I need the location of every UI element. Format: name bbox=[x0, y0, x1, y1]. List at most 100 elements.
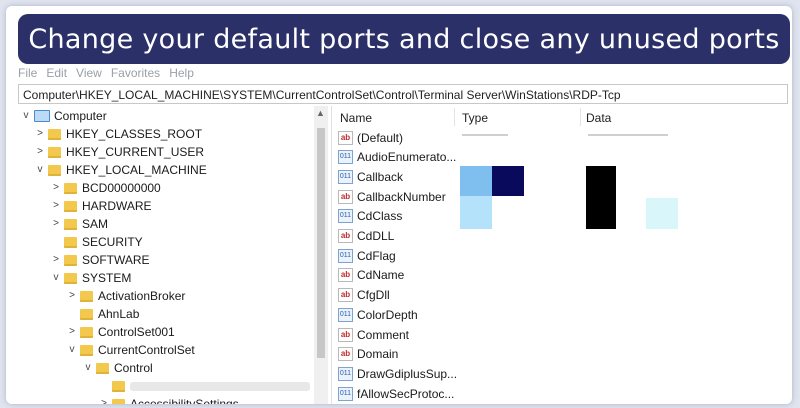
tree-item[interactable]: AhnLab bbox=[66, 305, 139, 323]
menu-item-view[interactable]: View bbox=[76, 66, 102, 82]
tree-item[interactable]: > AccessibilitySettings bbox=[98, 395, 239, 404]
value-row[interactable]: ab CdDLL bbox=[338, 227, 394, 246]
tree-item[interactable]: > SOFTWARE bbox=[50, 251, 150, 269]
column-header-data[interactable]: Data bbox=[586, 111, 611, 125]
chevron-right-icon[interactable]: > bbox=[66, 323, 78, 341]
tree-item-label: HKEY_CURRENT_USER bbox=[66, 145, 205, 159]
tree-item[interactable]: > SAM bbox=[50, 215, 108, 233]
value-row[interactable]: ab CdName bbox=[338, 266, 404, 285]
tree-item[interactable]: v HKEY_LOCAL_MACHINE bbox=[34, 161, 207, 179]
value-row[interactable]: 011 Callback bbox=[338, 167, 403, 186]
tree-item-label: SOFTWARE bbox=[82, 253, 150, 267]
chevron-right-icon[interactable]: > bbox=[50, 179, 62, 197]
menu-item-file[interactable]: File bbox=[18, 66, 37, 82]
value-name: fAllowSecProtoc... bbox=[357, 386, 455, 401]
binary-value-icon: 011 bbox=[338, 386, 353, 401]
menu-item-help[interactable]: Help bbox=[169, 66, 194, 82]
binary-value-icon: 011 bbox=[338, 150, 353, 165]
tree-item[interactable]: v Control bbox=[82, 359, 153, 377]
value-name: CdClass bbox=[357, 209, 403, 224]
value-name: CfgDll bbox=[357, 288, 390, 303]
obscured-key-name bbox=[130, 381, 310, 391]
value-row[interactable]: ab CallbackNumber bbox=[338, 187, 446, 206]
value-name: Domain bbox=[357, 347, 399, 362]
tree-item[interactable]: > ControlSet001 bbox=[66, 323, 175, 341]
redaction-block bbox=[460, 166, 492, 196]
value-name: DrawGdiplusSup... bbox=[357, 366, 458, 381]
scroll-thumb[interactable] bbox=[317, 128, 325, 358]
column-header-name[interactable]: Name bbox=[340, 111, 372, 125]
registry-tree: v Computer > HKEY_CLASSES_ROOT > HKEY_CURRE… bbox=[18, 106, 314, 404]
chevron-down-icon[interactable]: v bbox=[34, 161, 46, 179]
value-row[interactable]: ab CfgDll bbox=[338, 286, 390, 305]
menu-item-favorites[interactable]: Favorites bbox=[111, 66, 160, 82]
chevron-right-icon[interactable]: > bbox=[98, 395, 110, 404]
tree-scrollbar[interactable]: ▲ bbox=[314, 106, 328, 404]
value-row[interactable]: ab Domain bbox=[338, 345, 398, 364]
tree-item[interactable]: > HARDWARE bbox=[50, 197, 151, 215]
chevron-down-icon[interactable]: v bbox=[82, 359, 94, 377]
folder-icon bbox=[48, 164, 61, 176]
tree-item-label: AccessibilitySettings bbox=[130, 397, 239, 404]
tree-item-label: ActivationBroker bbox=[98, 289, 186, 303]
chevron-right-icon[interactable]: > bbox=[50, 215, 62, 233]
chevron-right-icon[interactable]: > bbox=[34, 143, 46, 161]
chevron-down-icon[interactable]: v bbox=[66, 341, 78, 359]
tree-item-label: SAM bbox=[82, 217, 109, 231]
column-separator[interactable] bbox=[580, 108, 581, 126]
column-header-type[interactable]: Type bbox=[462, 111, 488, 125]
scroll-up-icon[interactable]: ▲ bbox=[316, 108, 325, 118]
tree-item-label: AhnLab bbox=[98, 307, 140, 321]
tree-item-label: Control bbox=[114, 361, 153, 375]
tree-item-label: HKEY_LOCAL_MACHINE bbox=[66, 163, 207, 177]
address-bar[interactable]: Computer\HKEY_LOCAL_MACHINE\SYSTEM\Curre… bbox=[18, 84, 788, 104]
chevron-right-icon[interactable]: > bbox=[50, 251, 62, 269]
tree-item[interactable]: > HKEY_CLASSES_ROOT bbox=[34, 125, 202, 143]
tree-item[interactable] bbox=[98, 377, 310, 395]
value-name: CallbackNumber bbox=[357, 189, 446, 204]
folder-icon bbox=[48, 128, 61, 140]
chevron-down-icon[interactable]: v bbox=[50, 269, 62, 287]
value-name: CdDLL bbox=[357, 229, 395, 243]
folder-icon bbox=[64, 272, 77, 284]
tree-item[interactable]: > BCD00000000 bbox=[50, 179, 161, 197]
string-value-icon: ab bbox=[338, 327, 353, 342]
column-separator[interactable] bbox=[454, 108, 455, 126]
menu-item-edit[interactable]: Edit bbox=[46, 66, 67, 82]
value-row[interactable]: 011 AudioEnumerato... bbox=[338, 148, 456, 167]
value-name: (Default) bbox=[357, 130, 404, 145]
tree-item[interactable]: > HKEY_CURRENT_USER bbox=[34, 143, 204, 161]
tree-root[interactable]: v Computer bbox=[20, 107, 107, 125]
pane-divider[interactable] bbox=[331, 106, 332, 404]
tree-item-label: CurrentControlSet bbox=[98, 343, 195, 357]
chevron-right-icon[interactable]: > bbox=[66, 287, 78, 305]
tree-item[interactable]: > ActivationBroker bbox=[66, 287, 185, 305]
redaction-block bbox=[460, 196, 492, 229]
value-name: Callback bbox=[357, 169, 404, 184]
banner-title: Change your default ports and close any … bbox=[18, 14, 790, 64]
chevron-right-icon[interactable]: > bbox=[34, 125, 46, 143]
folder-icon bbox=[64, 254, 77, 266]
value-row[interactable]: 011 CdClass bbox=[338, 207, 402, 226]
string-value-icon: ab bbox=[338, 268, 353, 283]
folder-icon bbox=[48, 146, 61, 158]
tree-item[interactable]: v CurrentControlSet bbox=[66, 341, 195, 359]
value-row[interactable]: 011 DrawGdiplusSup... bbox=[338, 364, 457, 383]
tree-item[interactable]: v SYSTEM bbox=[50, 269, 132, 287]
binary-value-icon: 011 bbox=[338, 366, 353, 381]
folder-icon bbox=[80, 308, 93, 320]
value-row[interactable]: 011 CdFlag bbox=[338, 246, 396, 265]
value-name: CdFlag bbox=[357, 248, 396, 263]
binary-value-icon: 011 bbox=[338, 248, 353, 263]
folder-icon bbox=[64, 218, 77, 230]
chevron-down-icon[interactable]: v bbox=[20, 107, 32, 125]
tree-item[interactable]: SECURITY bbox=[50, 233, 143, 251]
value-row[interactable]: 011 ColorDepth bbox=[338, 305, 418, 324]
value-row[interactable]: 011 fAllowSecProtoc... bbox=[338, 384, 454, 403]
value-name: Comment bbox=[357, 327, 410, 342]
values-list: Name Type Data ab (Default) 011 AudioEnumer… bbox=[336, 106, 792, 404]
folder-icon bbox=[112, 380, 125, 392]
value-row[interactable]: ab Comment bbox=[338, 325, 409, 344]
chevron-right-icon[interactable]: > bbox=[50, 197, 62, 215]
value-row[interactable]: ab (Default) bbox=[338, 128, 403, 147]
